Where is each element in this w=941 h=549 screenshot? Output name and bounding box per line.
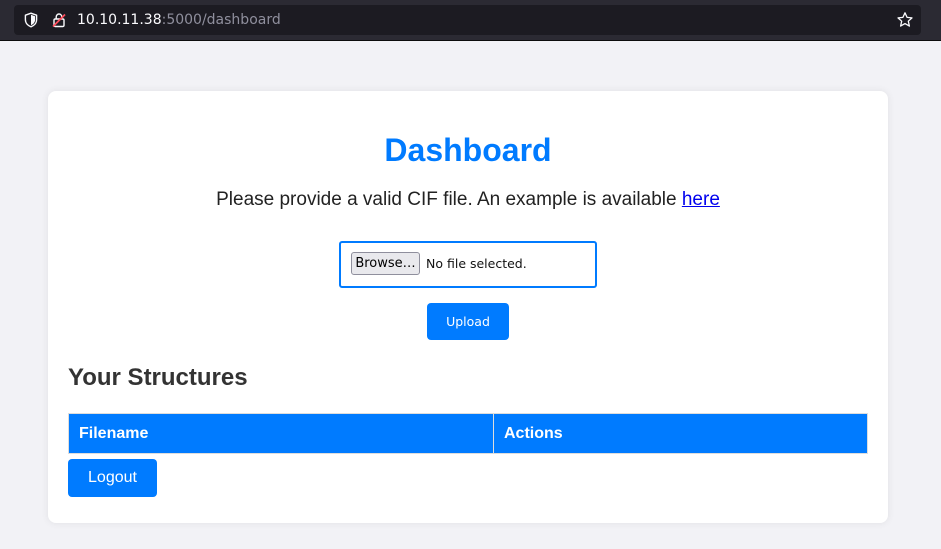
table-header-row: Filename Actions — [68, 413, 868, 454]
structures-table: Filename Actions — [68, 413, 868, 454]
browser-toolbar: 10.10.11.38:5000/dashboard — [0, 0, 941, 41]
file-status: No file selected. — [426, 256, 527, 271]
bookmark-star-icon[interactable] — [896, 11, 914, 29]
url-path: :5000/dashboard — [161, 12, 281, 28]
structures-heading: Your Structures — [68, 364, 248, 391]
url-host: 10.10.11.38 — [77, 12, 162, 28]
example-link[interactable]: here — [682, 189, 720, 210]
url-text[interactable]: 10.10.11.38:5000/dashboard — [77, 11, 281, 29]
logout-button[interactable]: Logout — [68, 459, 157, 497]
shield-icon[interactable] — [23, 12, 39, 28]
instructions-label: Please provide a valid CIF file. An exam… — [216, 189, 682, 210]
column-header-filename: Filename — [68, 413, 494, 454]
upload-button[interactable]: Upload — [427, 303, 509, 340]
dashboard-card: Dashboard Please provide a valid CIF fil… — [48, 91, 888, 523]
column-header-actions: Actions — [493, 413, 868, 454]
page-title: Dashboard — [384, 132, 552, 168]
instructions-text: Please provide a valid CIF file. An exam… — [48, 188, 888, 212]
address-bar[interactable]: 10.10.11.38:5000/dashboard — [14, 5, 921, 35]
browse-button[interactable]: Browse… — [351, 252, 420, 275]
lock-insecure-icon[interactable] — [51, 12, 67, 28]
file-input[interactable]: Browse… No file selected. — [339, 241, 597, 288]
